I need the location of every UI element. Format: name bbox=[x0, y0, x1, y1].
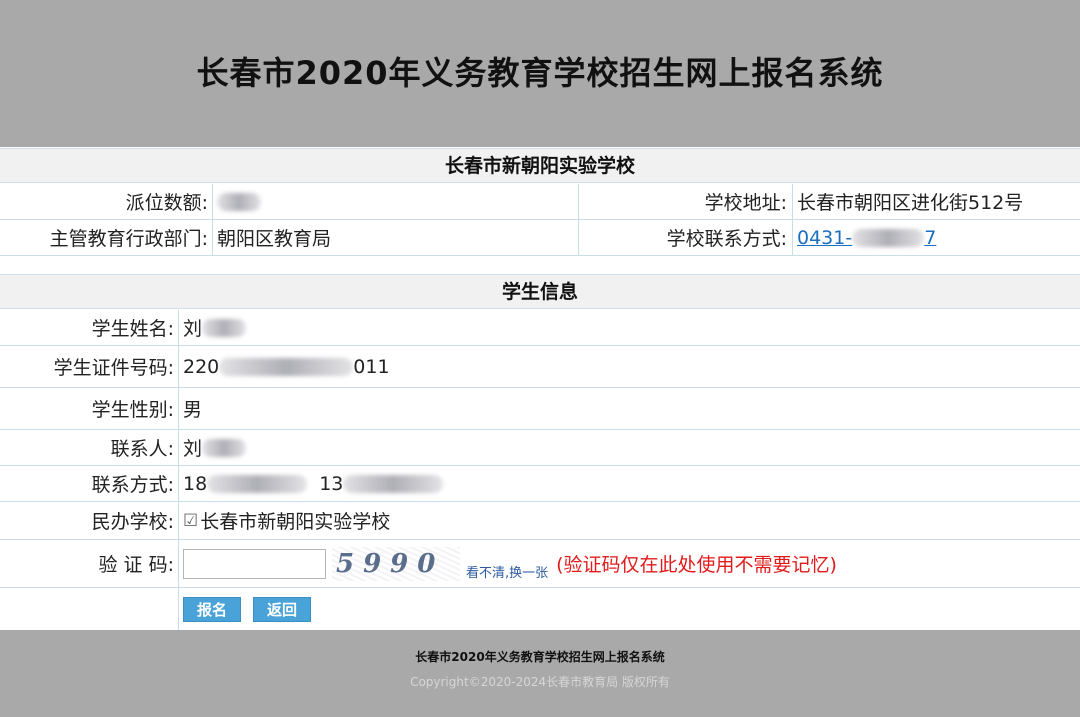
school-info-row-2: 主管教育行政部门: 朝阳区教育局 学校联系方式: 0431- 7 bbox=[0, 220, 1080, 256]
page-footer: 长春市2020年义务教育学校招生网上报名系统 Copyright©2020-20… bbox=[0, 630, 1080, 717]
contact-person-value: 刘 bbox=[179, 430, 1079, 465]
private-school-name: 长春市新朝阳实验学校 bbox=[200, 511, 391, 533]
quota-value bbox=[213, 184, 578, 219]
contact-phone-value: 18 13 bbox=[179, 466, 1079, 501]
captcha-controls: 5990 看不清,换一张 (验证码仅在此处使用不需要记忆) bbox=[179, 540, 1079, 587]
contact-phone-row: 联系方式: 18 13 bbox=[0, 466, 1080, 502]
contact-phone-label: 联系方式: bbox=[91, 474, 174, 496]
school-phone-link[interactable]: 0431- 7 bbox=[797, 227, 936, 249]
captcha-label: 验 证 码: bbox=[98, 554, 174, 576]
address-value: 长春市朝阳区进化街512号 bbox=[797, 192, 1024, 214]
captcha-input[interactable] bbox=[183, 548, 326, 579]
private-school-label: 民办学校: bbox=[91, 511, 174, 533]
contact-person-label: 联系人: bbox=[110, 438, 174, 460]
student-id-value: 220 011 bbox=[183, 355, 390, 378]
school-contact-value: 0431- 7 bbox=[793, 220, 1080, 255]
redacted-quota bbox=[217, 192, 261, 211]
redacted-contact-person bbox=[202, 438, 247, 457]
student-name-value: 刘 bbox=[179, 310, 1079, 345]
contact-person-row: 联系人: 刘 bbox=[0, 430, 1080, 466]
student-name-label: 学生姓名: bbox=[91, 318, 174, 340]
private-school-value: ☑ 长春市新朝阳实验学校 bbox=[179, 502, 1079, 539]
footer-copyright: Copyright©2020-2024长春市教育局 版权所有 bbox=[410, 675, 670, 689]
footer-title: 长春市2020年义务教育学校招生网上报名系统 bbox=[415, 650, 665, 664]
student-id-row: 学生证件号码: 220 011 bbox=[0, 346, 1080, 388]
captcha-refresh-link[interactable]: 看不清,换一张 bbox=[466, 562, 548, 581]
redacted-id bbox=[219, 357, 354, 376]
student-gender-row: 学生性别: 男 bbox=[0, 388, 1080, 430]
dept-value: 朝阳区教育局 bbox=[217, 228, 332, 250]
page-title: 长春市2020年义务教育学校招生网上报名系统 bbox=[196, 53, 884, 92]
back-button[interactable]: 返回 bbox=[253, 596, 312, 622]
page-header: 长春市2020年义务教育学校招生网上报名系统 bbox=[0, 0, 1080, 147]
captcha-row: 验 证 码: 5990 看不清,换一张 (验证码仅在此处使用不需要记忆) bbox=[0, 540, 1080, 588]
button-group: 报名 返回 bbox=[179, 588, 1079, 630]
redacted-phone-2 bbox=[343, 474, 444, 493]
dept-label: 主管教育行政部门: bbox=[49, 228, 208, 250]
redacted-name bbox=[202, 318, 247, 337]
school-info-row-1: 派位数额: 学校地址: 长春市朝阳区进化街512号 bbox=[0, 184, 1080, 220]
redacted-phone-1 bbox=[207, 474, 308, 493]
school-contact-label: 学校联系方式: bbox=[666, 228, 787, 250]
captcha-note: (验证码仅在此处使用不需要记忆) bbox=[556, 554, 837, 576]
submit-button[interactable]: 报名 bbox=[183, 596, 242, 622]
student-id-label: 学生证件号码: bbox=[53, 357, 174, 379]
quota-label: 派位数额: bbox=[125, 192, 208, 214]
address-label: 学校地址: bbox=[704, 192, 787, 214]
school-name-heading: 长春市新朝阳实验学校 bbox=[0, 148, 1080, 183]
button-row: 报名 返回 bbox=[0, 588, 1080, 630]
student-gender-label: 学生性别: bbox=[91, 399, 174, 421]
student-info-heading: 学生信息 bbox=[0, 274, 1080, 309]
captcha-image[interactable]: 5990 bbox=[332, 546, 460, 581]
private-school-row: 民办学校: ☑ 长春市新朝阳实验学校 bbox=[0, 502, 1080, 540]
private-school-checkbox[interactable]: ☑ bbox=[183, 511, 198, 531]
student-name-row: 学生姓名: 刘 bbox=[0, 310, 1080, 346]
student-gender-value: 男 bbox=[183, 399, 203, 421]
